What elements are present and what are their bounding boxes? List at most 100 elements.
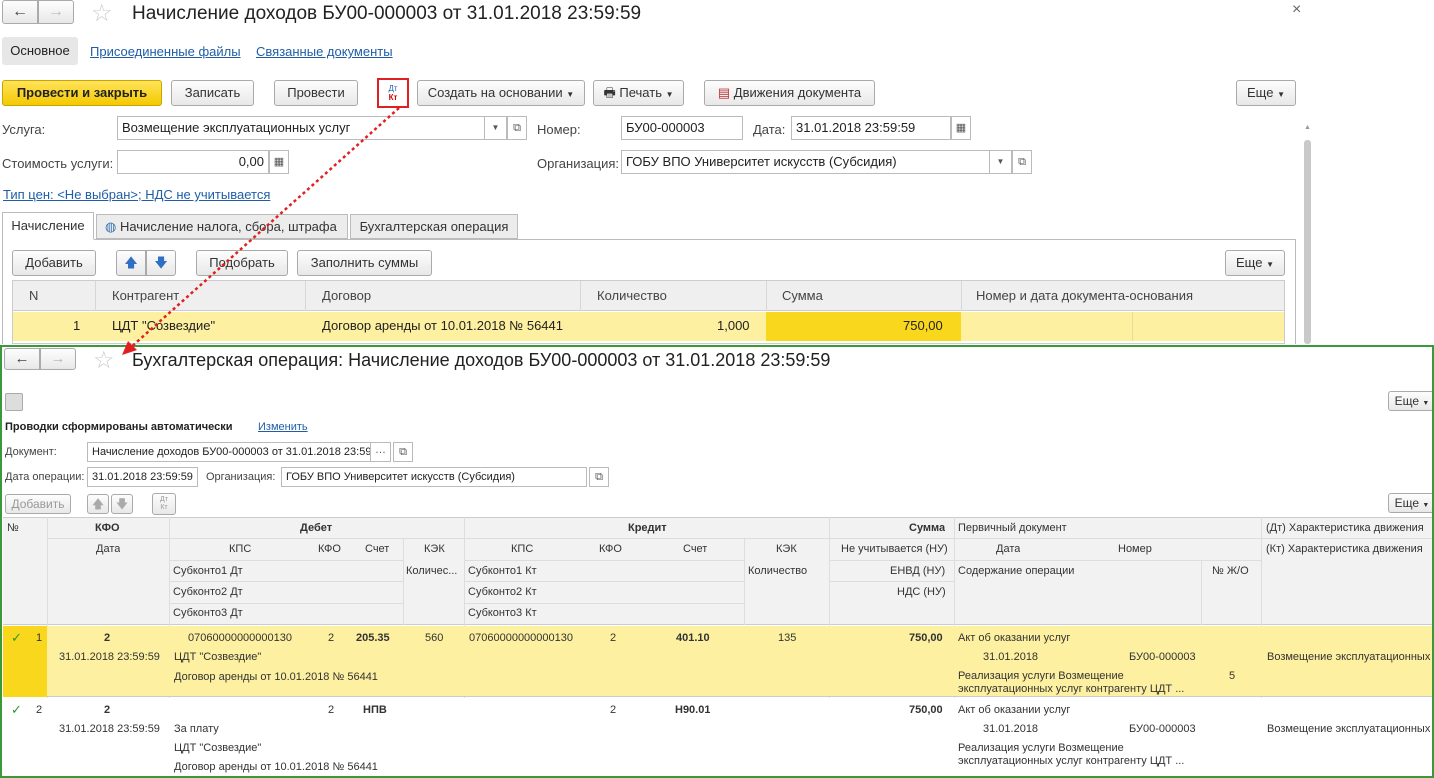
more-label: Еще: [1394, 496, 1420, 510]
op-add-button[interactable]: Добавить: [5, 494, 71, 514]
create-based-on-button[interactable]: Создать на основании ▼: [417, 80, 585, 106]
h-pnum: Номер: [1118, 543, 1152, 555]
r2-dt-kfo: 2: [328, 704, 335, 716]
nav-tab-main[interactable]: Основное: [2, 37, 78, 65]
h-debit: Дебет: [300, 522, 333, 534]
change-link[interactable]: Изменить: [258, 421, 308, 433]
move-up-button[interactable]: 🡅: [116, 250, 146, 276]
save-button[interactable]: Записать: [171, 80, 254, 106]
r2-pdate: 31.01.2018: [983, 723, 1039, 735]
r2-sum: 750,00: [909, 704, 943, 716]
dropdown-arrow-icon: ▼: [1277, 90, 1285, 99]
org-open-button[interactable]: ⧉: [1012, 150, 1032, 174]
calendar-icon: ▦: [955, 122, 967, 134]
fill-sums-button[interactable]: Заполнить суммы: [297, 250, 432, 276]
h-char-kt: (Кт) Характеристика движения: [1266, 543, 1423, 555]
op-forward-button[interactable]: →: [40, 348, 76, 370]
date-field[interactable]: 31.01.2018 23:59:59: [791, 116, 951, 140]
r1-sub2: Договор аренды от 10.01.2018 № 56441: [174, 671, 378, 683]
back-button[interactable]: ←: [2, 0, 38, 24]
org-dropdown[interactable]: ▼: [990, 150, 1012, 174]
r2-pnum: БУ00-000003: [1129, 723, 1196, 735]
service-open-button[interactable]: ⧉: [507, 116, 527, 140]
dropdown-arrow-icon: ▼: [1266, 260, 1274, 269]
op-favorite-star-icon[interactable]: ☆: [93, 347, 115, 375]
op-dtkt-button[interactable]: Дт Кт: [152, 493, 176, 515]
tab-accounting[interactable]: Бухгалтерская операция: [350, 214, 518, 239]
tab-accrual[interactable]: Начисление: [2, 212, 94, 240]
op-back-button[interactable]: ←: [4, 348, 40, 370]
r2-sub2: Договор аренды от 10.01.2018 № 56441: [174, 761, 378, 773]
tab-tax[interactable]: ◍ Начисление налога, сбора, штрафа: [96, 214, 348, 239]
col-n: N: [29, 288, 39, 303]
arrow-down-icon: 🡇: [154, 255, 168, 270]
op-org-field[interactable]: ГОБУ ВПО Университет искусств (Субсидия): [281, 467, 587, 487]
op-more-button[interactable]: Еще ▼: [1388, 391, 1432, 411]
post-and-close-button[interactable]: Провести и закрыть: [2, 80, 162, 106]
forward-button[interactable]: →: [38, 0, 74, 24]
op-doc-field[interactable]: Начисление доходов БУ00-000003 от 31.01.…: [87, 442, 371, 462]
op-down-button[interactable]: 🡇: [111, 494, 133, 514]
h-sum: Сумма: [909, 522, 946, 534]
move-down-button[interactable]: 🡇: [146, 250, 176, 276]
h-nds: НДС (НУ): [897, 586, 946, 598]
h-kt-kek: КЭК: [776, 543, 797, 555]
op-doc-label: Документ:: [5, 446, 57, 458]
date-label: Дата:: [753, 122, 786, 137]
h-kt-account: Счет: [683, 543, 708, 555]
h-not-counted: Не учитывается (НУ): [841, 543, 948, 555]
calculator-button[interactable]: ▦: [269, 150, 289, 174]
table-more-button[interactable]: Еще ▼: [1225, 250, 1285, 276]
nav-tab-files[interactable]: Присоединенные файлы: [90, 44, 241, 59]
service-field[interactable]: Возмещение эксплуатационных услуг: [117, 116, 485, 140]
movements-button[interactable]: ▤ Движения документа: [704, 80, 875, 106]
r1-journal: 5: [1229, 670, 1236, 682]
h-credit: Кредит: [628, 522, 667, 534]
r1-kt-kek: 135: [778, 632, 797, 644]
op-save-icon[interactable]: [5, 393, 23, 411]
op-doc-open[interactable]: ⧉: [393, 442, 413, 462]
r1-sub1: ЦДТ "Созвездие": [174, 651, 262, 663]
op-up-button[interactable]: 🡅: [87, 494, 109, 514]
arrow-left-icon: ←: [12, 3, 28, 20]
close-icon[interactable]: ×: [1292, 1, 1301, 19]
op-date-field[interactable]: 31.01.2018 23:59:59: [87, 467, 198, 487]
cost-field[interactable]: 0,00: [117, 150, 269, 174]
r2-dt-account: НПВ: [363, 704, 387, 716]
favorite-star-icon[interactable]: ☆: [91, 0, 113, 28]
number-field[interactable]: БУ00-000003: [621, 116, 743, 140]
h-dt-kps: КПС: [229, 543, 252, 555]
calendar-button[interactable]: ▦: [951, 116, 971, 140]
print-label: Печать: [619, 85, 662, 100]
pick-button[interactable]: Подобрать: [196, 250, 288, 276]
op-org-open[interactable]: ⧉: [589, 467, 609, 487]
auto-postings-text: Проводки сформированы автоматически: [5, 421, 233, 433]
nav-tab-related[interactable]: Связанные документы: [256, 44, 393, 59]
r1-dt-kek: 560: [425, 632, 444, 644]
r1-primary: Акт об оказании услуг: [958, 632, 1071, 644]
r2-sub0: За плату: [174, 723, 219, 735]
price-type-link[interactable]: Тип цен: <Не выбран>; НДС не учитывается: [3, 187, 270, 202]
r1-char: Возмещение эксплуатационных ус: [1267, 651, 1434, 663]
row-n: 1: [73, 318, 81, 333]
r1-content2: эксплуатационных услуг контрагенту ЦДТ .…: [958, 683, 1185, 695]
scroll-thumb[interactable]: [1304, 140, 1311, 344]
more-button[interactable]: Еще ▼: [1236, 80, 1296, 106]
h-char-dt: (Дт) Характеристика движения: [1266, 522, 1424, 534]
h-date: Дата: [96, 543, 121, 555]
dtkt-icon: Дт Кт: [388, 84, 398, 102]
post-button[interactable]: Провести: [274, 80, 358, 106]
table-row[interactable]: 1 ЦДТ "Созвездие" Договор аренды от 10.0…: [13, 312, 1284, 341]
print-button[interactable]: 🖶 Печать ▼: [593, 80, 684, 106]
scrollbar[interactable]: ▲: [1303, 124, 1312, 344]
posting-row[interactable]: ✓ 1 2 31.01.2018 23:59:59 07060000000000…: [3, 626, 1434, 697]
dtkt-button[interactable]: Дт Кт: [377, 78, 409, 108]
op-more2-button[interactable]: Еще ▼: [1388, 493, 1432, 513]
r1-date: 31.01.2018 23:59:59: [59, 651, 160, 663]
op-doc-select[interactable]: …: [371, 442, 391, 462]
add-row-button[interactable]: Добавить: [12, 250, 96, 276]
posting-row[interactable]: ✓ 2 2 31.01.2018 23:59:59 2 НПВ 2 Н90.01…: [3, 698, 1432, 776]
row-qty: 1,000: [717, 318, 750, 333]
org-field[interactable]: ГОБУ ВПО Университет искусств (Субсидия): [621, 150, 990, 174]
service-dropdown[interactable]: ▼: [485, 116, 507, 140]
